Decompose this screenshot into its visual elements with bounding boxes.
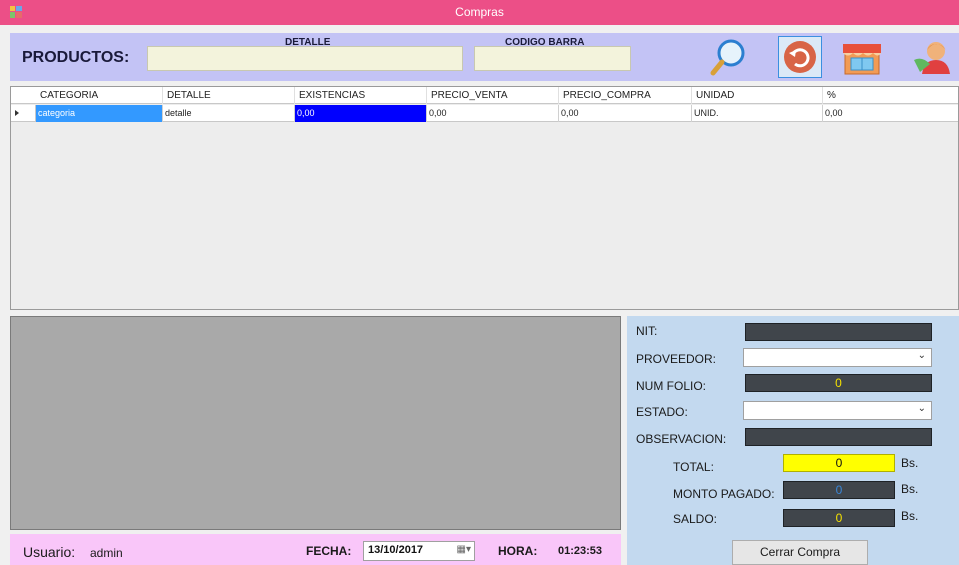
saldo-field[interactable]: 0: [783, 509, 895, 527]
num-folio-label: NUM FOLIO:: [636, 379, 707, 393]
time-value: 01:23:53: [558, 545, 603, 557]
row-selector[interactable]: [11, 105, 36, 122]
user-label: Usuario:: [23, 544, 76, 560]
close-purchase-button[interactable]: Cerrar Compra: [732, 540, 868, 565]
window-title: Compras: [455, 5, 504, 19]
user-value: admin: [90, 546, 123, 560]
table-row[interactable]: categoria detalle 0,00 0,00 0,00 UNID. 0…: [11, 105, 958, 122]
search-icon: [710, 39, 745, 76]
currency-label: Bs.: [901, 456, 919, 470]
saldo-label: SALDO:: [673, 512, 718, 526]
column-header[interactable]: CATEGORIA: [36, 87, 163, 104]
estado-label: ESTADO:: [636, 405, 688, 419]
proveedor-select[interactable]: ⌄: [743, 348, 932, 367]
nit-label: NIT:: [636, 324, 658, 338]
current-row-icon: [15, 110, 19, 116]
time-label: HORA:: [498, 544, 538, 558]
monto-pagado-label: MONTO PAGADO:: [673, 487, 775, 501]
column-header[interactable]: DETALLE: [163, 87, 295, 104]
barcode-input[interactable]: [474, 46, 631, 71]
store-icon: [843, 44, 881, 75]
back-button[interactable]: [778, 36, 822, 78]
product-image-panel: [10, 316, 621, 530]
grid-cell[interactable]: categoria: [36, 105, 163, 122]
nit-field[interactable]: [745, 323, 932, 341]
supplier-button[interactable]: [910, 36, 954, 78]
grid-cell[interactable]: 0,00: [295, 105, 427, 122]
title-bar: Compras: [0, 0, 959, 25]
observacion-label: OBSERVACION:: [636, 432, 727, 446]
back-icon: [784, 41, 816, 73]
proveedor-label: PROVEEDOR:: [636, 352, 717, 366]
column-header[interactable]: PRECIO_COMPRA: [559, 87, 692, 104]
grid-cell[interactable]: detalle: [163, 105, 295, 122]
monto-pagado-field[interactable]: 0: [783, 481, 895, 499]
purchase-form-panel: NIT: PROVEEDOR: ⌄ NUM FOLIO: 0 ESTADO: ⌄…: [627, 316, 959, 565]
grid-header: CATEGORIA DETALLE EXISTENCIAS PRECIO_VEN…: [11, 87, 958, 104]
compras-window: Compras PRODUCTOS: DETALLE CODIGO BARRA: [0, 0, 959, 565]
products-heading: PRODUCTOS:: [22, 49, 130, 66]
date-value: 13/10/2017: [368, 544, 424, 556]
column-header[interactable]: EXISTENCIAS: [295, 87, 427, 104]
column-header[interactable]: UNIDAD: [692, 87, 823, 104]
grid-cell[interactable]: 0,00: [559, 105, 692, 122]
user-icon: [914, 42, 950, 74]
observacion-field[interactable]: [745, 428, 932, 446]
grid-cell[interactable]: 0,00: [823, 105, 958, 122]
chevron-down-icon: ⌄: [917, 350, 926, 361]
store-button[interactable]: [840, 36, 884, 78]
grid-cell[interactable]: 0,00: [427, 105, 559, 122]
column-header[interactable]: PRECIO_VENTA: [427, 87, 559, 104]
date-label: FECHA:: [306, 544, 352, 558]
num-folio-field[interactable]: 0: [745, 374, 932, 392]
search-button[interactable]: [707, 36, 751, 78]
estado-select[interactable]: ⌄: [743, 401, 932, 420]
currency-label: Bs.: [901, 509, 919, 523]
status-bar: Usuario: admin FECHA: 13/10/2017 ▦▾ HORA…: [10, 534, 621, 565]
currency-label: Bs.: [901, 482, 919, 496]
date-picker[interactable]: 13/10/2017 ▦▾: [363, 541, 475, 561]
detail-input[interactable]: [147, 46, 463, 71]
row-header-corner: [11, 87, 36, 104]
column-header[interactable]: %: [823, 87, 958, 104]
total-label: TOTAL:: [673, 460, 714, 474]
products-grid[interactable]: CATEGORIA DETALLE EXISTENCIAS PRECIO_VEN…: [10, 86, 959, 310]
chevron-down-icon: ⌄: [917, 403, 926, 414]
total-field[interactable]: 0: [783, 454, 895, 472]
products-search-bar: PRODUCTOS: DETALLE CODIGO BARRA: [10, 33, 959, 81]
grid-cell[interactable]: UNID.: [692, 105, 823, 122]
calendar-dropdown-icon[interactable]: ▦▾: [457, 544, 471, 555]
